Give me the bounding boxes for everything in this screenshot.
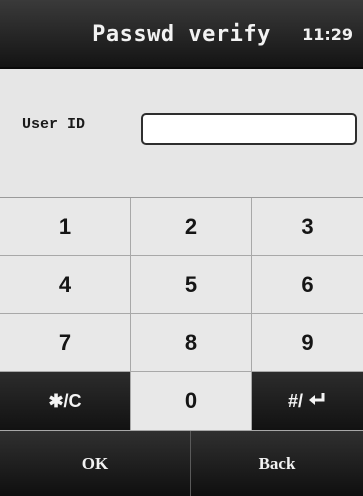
numeric-keypad: 1 2 3 4 5 6 7 8 9 ✱/C 0 #/ [0,197,363,431]
key-7[interactable]: 7 [0,314,131,372]
key-3[interactable]: 3 [252,198,363,256]
clock: 11:29 [302,25,353,44]
key-5[interactable]: 5 [131,256,252,314]
key-star-clear[interactable]: ✱/C [0,372,131,431]
user-id-label: User ID [22,116,86,133]
key-6[interactable]: 6 [252,256,363,314]
key-8[interactable]: 8 [131,314,252,372]
key-hash-enter[interactable]: #/ [252,372,363,431]
enter-return-icon [307,391,327,412]
ok-button[interactable]: OK [0,431,191,496]
key-9[interactable]: 9 [252,314,363,372]
back-button[interactable]: Back [191,431,363,496]
user-id-input[interactable] [141,113,357,145]
key-4[interactable]: 4 [0,256,131,314]
key-hash-label: #/ [287,390,303,411]
footer-bar: OK Back [0,431,363,496]
key-0[interactable]: 0 [131,372,252,431]
key-1[interactable]: 1 [0,198,131,256]
key-2[interactable]: 2 [131,198,252,256]
title-bar: Passwd verify 11:29 [0,0,363,69]
user-id-form: User ID [0,69,363,197]
